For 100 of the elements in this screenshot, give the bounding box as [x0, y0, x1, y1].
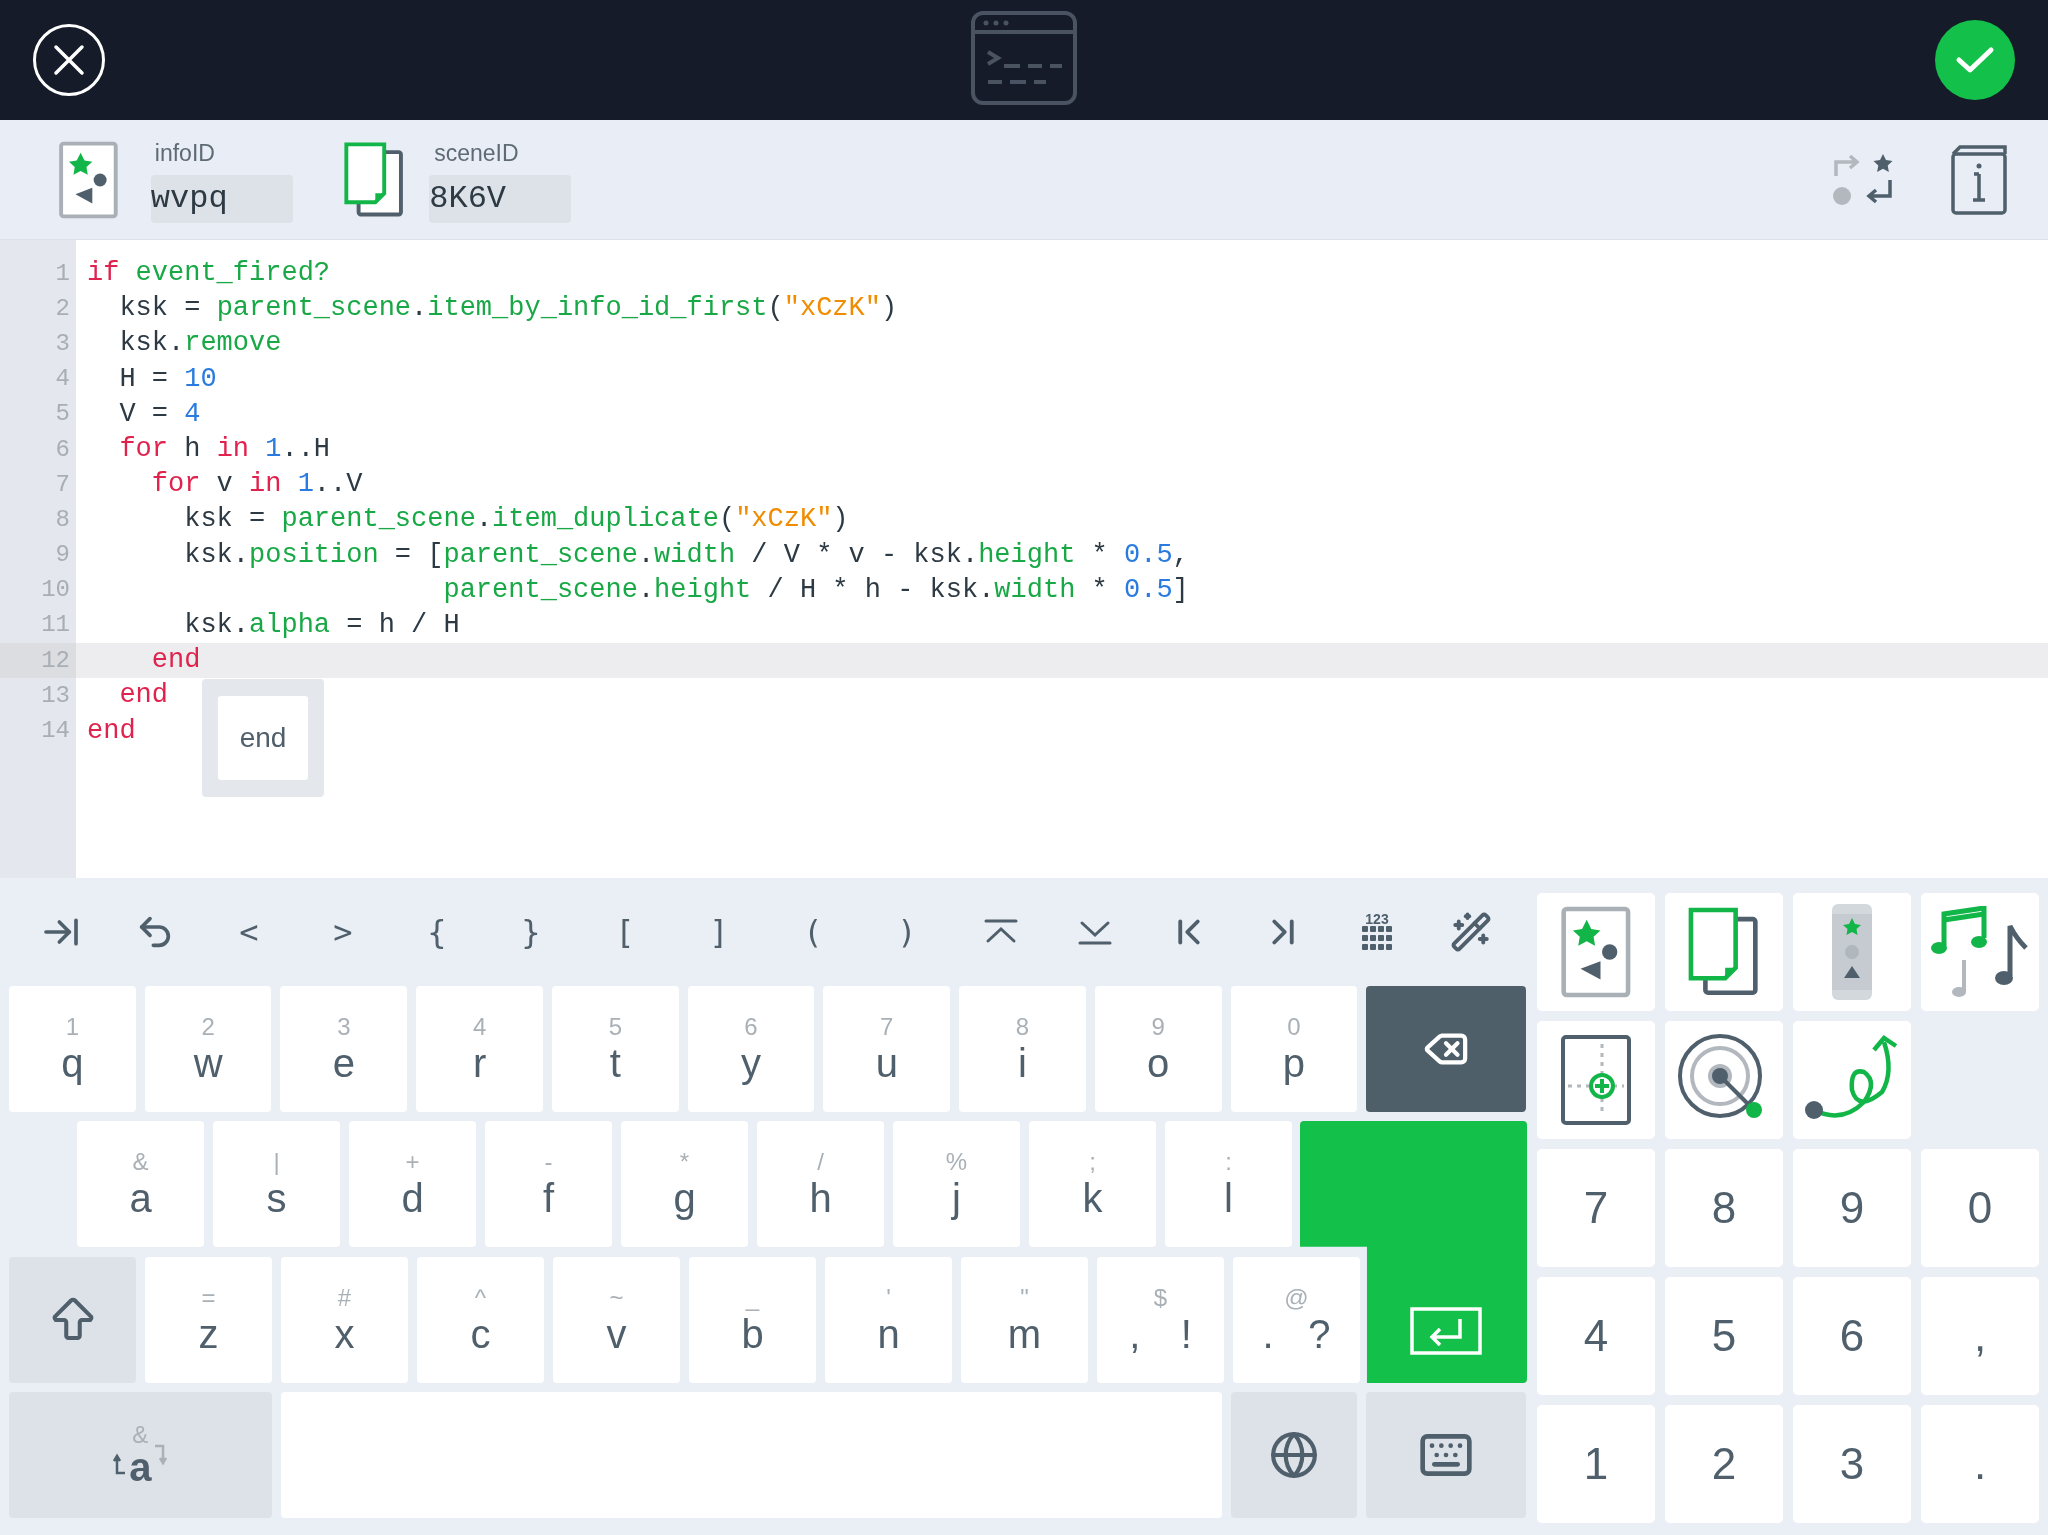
letter-key[interactable]: 7 u — [823, 986, 951, 1112]
globe-icon — [1269, 1430, 1320, 1480]
line-number: 6 — [54, 434, 71, 465]
shift-key[interactable] — [9, 1257, 136, 1383]
line-number: 8 — [54, 504, 71, 535]
number-key[interactable]: 5 — [1665, 1277, 1783, 1395]
add-point-button[interactable] — [1537, 1021, 1655, 1139]
letter-key[interactable]: 8 i — [959, 986, 1086, 1112]
code-line: for h in 1..H — [118, 436, 331, 464]
code-line: ksk = parent_scene.item_duplicate("xCzK") — [183, 506, 849, 534]
symbol-toggle-key[interactable]: & a — [9, 1392, 272, 1518]
number-key[interactable]: 7 — [1537, 1149, 1655, 1267]
letter-key[interactable]: ; k — [1029, 1121, 1156, 1247]
code-line: end — [150, 647, 201, 675]
letter-key[interactable]: # x — [281, 1257, 408, 1383]
layer-stack-icon — [1830, 902, 1874, 1002]
letter-key[interactable]: % j — [893, 1121, 1020, 1247]
frame-plus-icon — [1560, 1034, 1632, 1126]
close-icon — [52, 43, 86, 77]
letter-key[interactable]: = z — [145, 1257, 272, 1383]
letter-key[interactable]: + d — [349, 1121, 476, 1247]
symbol-key[interactable]: [ — [609, 908, 641, 956]
code-line: end — [87, 717, 136, 745]
line-number: 11 — [40, 610, 71, 641]
letter-key[interactable]: ' n — [825, 1257, 952, 1383]
letter-key[interactable]: / h — [757, 1121, 884, 1247]
pages-icon — [1687, 906, 1761, 998]
letter-key[interactable]: ^ c — [417, 1257, 544, 1383]
pages-button[interactable] — [1665, 893, 1783, 1011]
arrow-down-right-icon — [153, 1444, 168, 1466]
letter-key[interactable]: _ b — [689, 1257, 816, 1383]
letter-key[interactable]: & a — [77, 1121, 204, 1247]
return-icon — [1410, 1307, 1482, 1355]
letter-key[interactable]: @ . ? — [1233, 1257, 1360, 1383]
code-line: ksk.position = [parent_scene.width / V * v - ksk.height * 0.5, — [183, 541, 1189, 569]
letter-key[interactable]: 6 y — [687, 986, 815, 1112]
symbol-key[interactable]: { — [421, 908, 453, 956]
line-number: 3 — [54, 328, 71, 359]
number-key[interactable]: , — [1921, 1277, 2039, 1395]
symbol-key[interactable]: ) — [891, 908, 923, 956]
globe-key[interactable] — [1231, 1392, 1358, 1518]
target-button[interactable] — [1665, 1021, 1783, 1139]
number-key[interactable]: 0 — [1921, 1149, 2039, 1267]
backspace-key[interactable] — [1366, 986, 1526, 1112]
letter-key[interactable]: 2 w — [144, 986, 272, 1112]
music-notes-icon — [1930, 906, 2030, 998]
symbol-key[interactable]: ] — [703, 908, 735, 956]
code-line: ksk.alpha = h / H — [183, 611, 460, 639]
symbol-key[interactable]: } — [515, 908, 547, 956]
pages-icon — [342, 140, 406, 219]
suggestion-item[interactable]: end — [218, 696, 308, 780]
number-key[interactable]: 9 — [1793, 1149, 1911, 1267]
line-number: 10 — [40, 575, 71, 606]
symbol-key[interactable]: < — [233, 908, 265, 956]
number-key[interactable]: 2 — [1665, 1405, 1783, 1523]
scene-item-button[interactable] — [1537, 893, 1655, 1011]
letter-key[interactable]: 4 r — [416, 986, 543, 1112]
music-button[interactable] — [1921, 893, 2039, 1011]
info-id-field[interactable]: wvpq — [150, 174, 293, 223]
code-line: if event_fired? — [87, 260, 331, 288]
scene-card-icon — [58, 140, 119, 219]
line-number: 1 — [54, 258, 71, 289]
number-key[interactable]: 4 — [1537, 1277, 1655, 1395]
info-book-icon[interactable] — [1950, 143, 2008, 216]
scene-card-icon — [1560, 906, 1632, 998]
line-number: 13 — [40, 680, 71, 711]
scene-id-field[interactable]: 8K6V — [429, 174, 572, 223]
symbol-key[interactable]: ( — [797, 908, 829, 956]
letter-key[interactable]: : l — [1165, 1121, 1292, 1247]
terminal-window-icon — [970, 10, 1078, 106]
letter-key[interactable]: 0 p — [1230, 986, 1358, 1112]
letter-key[interactable]: " m — [961, 1257, 1088, 1383]
letter-key[interactable]: 3 e — [280, 986, 408, 1112]
field-label: infoID — [153, 139, 216, 169]
arrow-up-left-icon — [113, 1453, 128, 1475]
hide-keyboard-key[interactable] — [1366, 1392, 1526, 1518]
letter-key[interactable]: $ , ! — [1097, 1257, 1224, 1383]
number-key[interactable]: 3 — [1793, 1405, 1911, 1523]
letter-key[interactable]: ~ v — [553, 1257, 680, 1383]
letter-key[interactable]: * g — [621, 1121, 748, 1247]
symbol-key[interactable]: > — [327, 908, 359, 956]
letter-key[interactable]: - f — [485, 1121, 612, 1247]
letter-key[interactable]: | s — [213, 1121, 340, 1247]
line-number: 7 — [54, 469, 71, 500]
dot-grid-icon — [1362, 926, 1392, 952]
number-key[interactable]: 6 — [1793, 1277, 1911, 1395]
code-line: ksk = parent_scene.item_by_info_id_first("xCzK") — [118, 295, 898, 323]
code-line: end — [118, 682, 168, 710]
number-key[interactable]: 8 — [1665, 1149, 1783, 1267]
letter-key[interactable]: 9 o — [1094, 986, 1222, 1112]
path-button[interactable] — [1793, 1021, 1911, 1139]
code-line: V = 4 — [118, 400, 201, 428]
number-key[interactable]: 1 — [1537, 1405, 1655, 1523]
magic-wand-icon[interactable] — [1450, 911, 1492, 953]
code-line: ksk.remove — [118, 330, 282, 358]
close-button[interactable] — [33, 24, 105, 96]
number-key[interactable]: . — [1921, 1405, 2039, 1523]
letter-key[interactable]: 1 q — [9, 986, 136, 1112]
letter-key[interactable]: 5 t — [551, 986, 679, 1112]
numpad-button[interactable]: 123 — [1362, 912, 1392, 952]
